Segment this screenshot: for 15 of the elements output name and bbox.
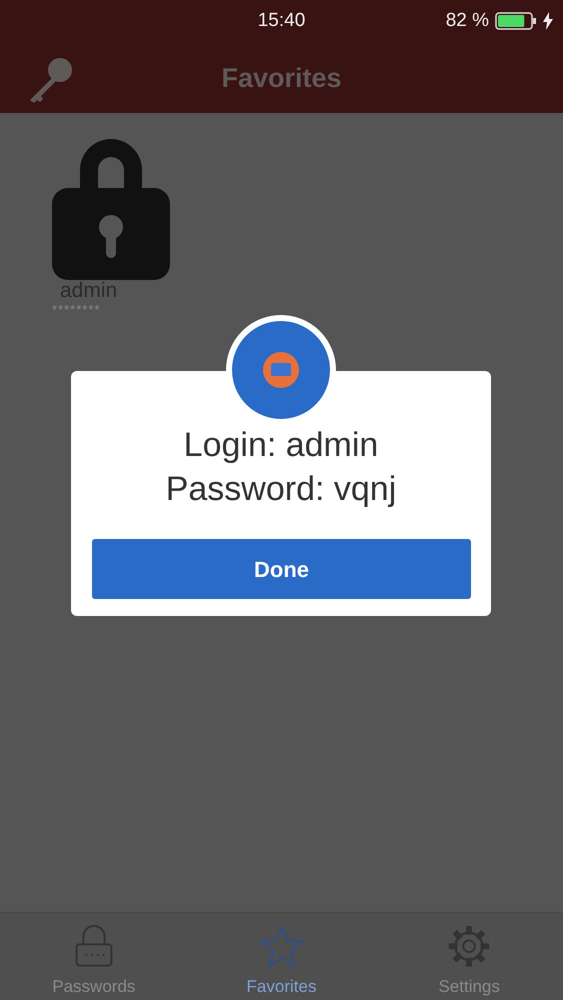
password-mask: ********: [52, 301, 102, 319]
star-icon: [260, 925, 304, 968]
app-icon: [262, 351, 300, 389]
done-button[interactable]: Done: [92, 539, 471, 599]
dialog-text: Login: admin: [184, 425, 378, 466]
lock-icon: [74, 925, 114, 968]
tab[interactable]: Passwords: [0, 913, 188, 1000]
dialog-text: Password: vqnj: [166, 469, 396, 510]
status-time: 15:40: [258, 9, 306, 33]
tab[interactable]: Favorites: [188, 913, 376, 1000]
tab[interactable]: Settings: [375, 913, 563, 1000]
settings-icon: [447, 925, 492, 968]
battery-percent: 82 %: [446, 9, 489, 33]
nav-title: Favorites: [221, 62, 342, 95]
battery-icon: [495, 11, 537, 32]
